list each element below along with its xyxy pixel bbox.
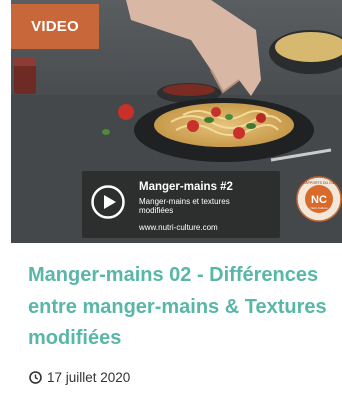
clock-icon xyxy=(29,371,42,384)
svg-text:Nutri-Culture: Nutri-Culture xyxy=(310,206,327,210)
svg-text:NC: NC xyxy=(311,194,327,206)
post-card: Manger-mains #2 Manger-mains et textures… xyxy=(0,0,342,410)
video-title: Manger-mains #2 xyxy=(139,181,233,193)
post-date: 17 juillet 2020 xyxy=(29,370,130,385)
nutri-culture-logo: NC Nutri-Culture LES APPORTS DU CŒUR xyxy=(296,176,342,222)
post-title[interactable]: Manger-mains 02 - Différences entre mang… xyxy=(28,260,328,355)
video-url: www.nutri-culture.com xyxy=(139,223,218,232)
video-info-overlay: Manger-mains #2 Manger-mains et textures… xyxy=(82,171,280,238)
video-subtitle: Manger-mains et textures modifiées xyxy=(139,197,230,215)
post-date-text: 17 juillet 2020 xyxy=(47,370,131,385)
video-badge: VIDEO xyxy=(11,4,99,49)
play-icon[interactable] xyxy=(90,184,126,220)
svg-text:LES APPORTS DU CŒUR: LES APPORTS DU CŒUR xyxy=(298,181,341,185)
